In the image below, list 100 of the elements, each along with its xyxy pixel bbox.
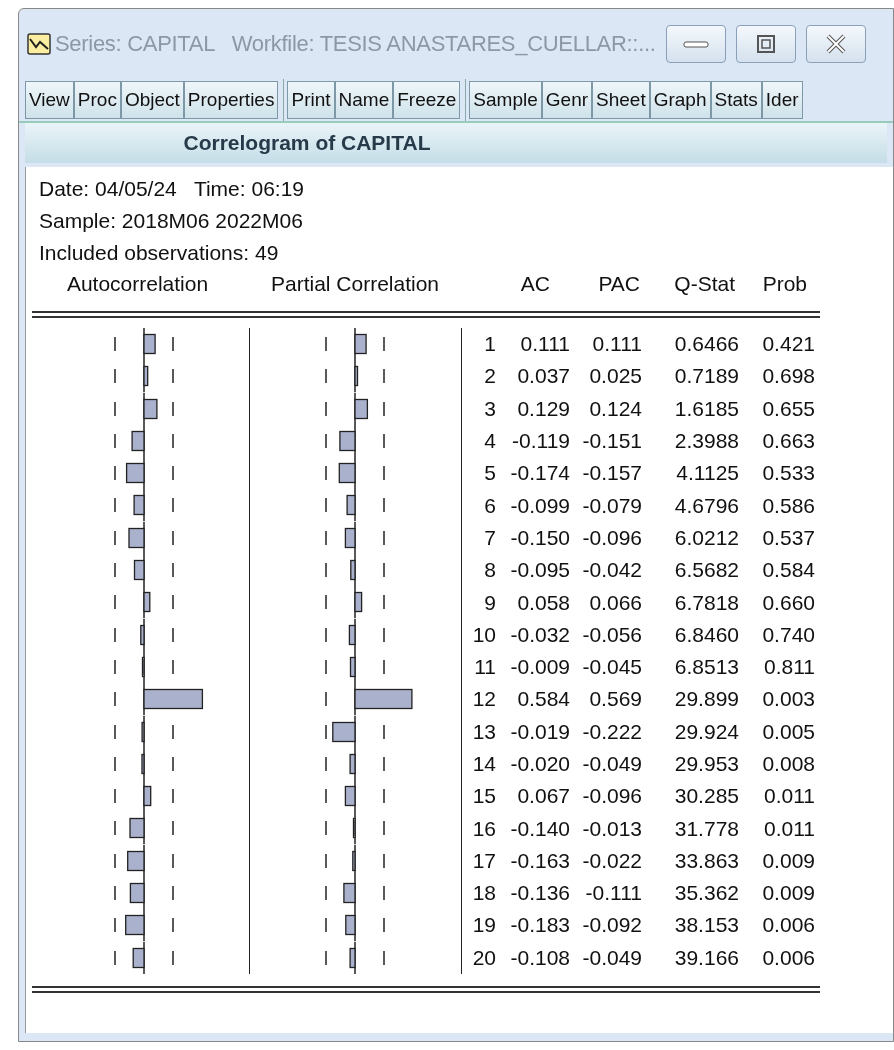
toolbar-button[interactable]: Print <box>287 81 335 119</box>
prob-cell-text: 0.006 <box>761 945 815 970</box>
lag-cell-text: 13 <box>471 719 496 744</box>
bound-dash <box>114 788 116 804</box>
prob-cell-text: 0.740 <box>761 622 815 647</box>
toolbar-button[interactable]: Stats <box>710 81 762 119</box>
bound-dash <box>172 723 174 740</box>
bound-dash <box>325 530 327 546</box>
pac-cell-text: -0.222 <box>581 719 642 744</box>
lag-cell-text: 2 <box>483 364 496 389</box>
bound-dash <box>172 497 174 514</box>
ac-cell-text: 0.111 <box>519 332 570 357</box>
toolbar-button[interactable]: Genr <box>541 81 593 119</box>
bound-dash <box>172 336 174 352</box>
bound-dash <box>114 659 116 675</box>
lag-cell-text: 16 <box>471 816 496 841</box>
bound-dash <box>114 465 116 481</box>
bound-dash <box>114 497 116 514</box>
column-header: Prob <box>761 272 808 296</box>
pac-cell-text: -0.049 <box>581 752 642 776</box>
toolbar-button[interactable]: Name <box>334 81 394 119</box>
q-stat-cell-text: 6.0212 <box>673 525 739 550</box>
prob-cell-text: 0.660 <box>761 590 815 615</box>
bound-dash <box>325 917 327 934</box>
toolbar-button[interactable]: Ider <box>761 81 803 119</box>
close-button[interactable] <box>805 25 866 63</box>
ac-cell-text: -0.136 <box>509 881 570 906</box>
bound-dash <box>172 400 174 417</box>
ac-cell-text: -0.108 <box>509 945 570 970</box>
bound-dash <box>114 820 116 837</box>
bound-dash <box>383 853 385 869</box>
ac-cell-text: 0.058 <box>516 590 570 615</box>
toolbar-button[interactable]: Sheet <box>592 81 650 119</box>
toolbar-button[interactable]: View <box>25 81 74 119</box>
q-stat-cell-text: 1.6185 <box>673 396 739 421</box>
q-stat-cell-text: 35.362 <box>673 881 739 906</box>
bound-dash <box>172 594 174 611</box>
bound-dash <box>114 853 116 869</box>
q-stat-cell-text: 2.3988 <box>673 429 739 454</box>
toolbar-button[interactable]: Sample <box>469 81 542 119</box>
bound-dash <box>114 626 116 643</box>
ac-cell-text: -0.032 <box>509 622 570 647</box>
toolbar-button[interactable]: Properties <box>183 81 279 119</box>
prob-cell-text: 0.533 <box>761 461 815 486</box>
bound-dash <box>383 885 385 901</box>
ac-cell-text: 0.067 <box>516 784 570 809</box>
minimize-button[interactable] <box>665 25 726 63</box>
q-stat-cell-text: 0.7189 <box>673 364 739 389</box>
bound-dash <box>325 433 327 449</box>
bound-dash <box>383 756 385 772</box>
pac-cell-text: -0.013 <box>581 816 642 841</box>
pac-cell-text: -0.111 <box>584 881 642 906</box>
ac-cell-text: -0.095 <box>509 558 570 583</box>
ac-cell-text: 0.584 <box>516 687 570 712</box>
prob-cell-text: 0.655 <box>761 396 815 421</box>
maximize-icon <box>755 34 776 54</box>
bound-dash <box>114 885 116 901</box>
lag-cell-text: 12 <box>471 687 496 712</box>
toolbar-button[interactable]: Graph <box>649 81 711 119</box>
pac-cell-text: -0.151 <box>581 429 642 454</box>
lag-cell-text: 1 <box>483 332 496 357</box>
prob-cell-text: 0.003 <box>761 687 815 712</box>
bound-dash <box>114 594 116 611</box>
pac-cell-text: 0.124 <box>588 396 642 421</box>
view-heading: Correlogram of CAPITAL <box>25 123 887 163</box>
ac-cell-text: -0.099 <box>509 493 570 518</box>
toolbar-button[interactable]: Proc <box>73 81 121 119</box>
q-stat-cell-text: 38.153 <box>673 913 739 938</box>
prob-cell-text: 0.698 <box>761 364 815 389</box>
bound-dash <box>172 433 174 449</box>
lag-cell-text: 17 <box>471 848 496 873</box>
q-stat-cell-text: 4.6796 <box>673 493 739 518</box>
toolbar-button[interactable]: Freeze <box>393 81 461 119</box>
bound-dash <box>325 885 327 901</box>
bound-dash <box>114 530 116 546</box>
bound-dash <box>325 756 327 772</box>
q-stat-cell-text: 0.6466 <box>673 332 739 357</box>
q-stat-cell-text: 31.778 <box>673 816 739 841</box>
bound-dash <box>172 368 174 385</box>
bound-dash <box>172 659 174 675</box>
ac-cell-text: -0.140 <box>509 816 570 841</box>
bound-dash <box>383 400 385 417</box>
q-stat-cell-text: 39.166 <box>673 945 739 970</box>
bound-dash <box>325 949 327 966</box>
lag-cell-text: 18 <box>471 881 496 906</box>
bound-dash <box>172 562 174 578</box>
maximize-button[interactable] <box>735 25 796 63</box>
pac-cell-text: -0.079 <box>581 493 642 518</box>
pac-cell-text: -0.049 <box>581 945 642 970</box>
ac-cell-text: -0.019 <box>509 719 570 744</box>
window-title: Series: CAPITAL Workfile: TESIS ANASTARES_CUELLAR::... <box>55 31 656 57</box>
pac-cell-text: -0.157 <box>581 461 642 486</box>
bound-dash <box>325 465 327 481</box>
lag-cell-text: 5 <box>483 461 496 486</box>
bound-dash <box>172 820 174 837</box>
ac-cell-text: 0.037 <box>516 364 570 389</box>
lag-cell-text: 14 <box>471 752 496 776</box>
bound-dash <box>383 723 385 740</box>
toolbar-button[interactable]: Object <box>120 81 184 119</box>
bound-dash <box>325 497 327 514</box>
